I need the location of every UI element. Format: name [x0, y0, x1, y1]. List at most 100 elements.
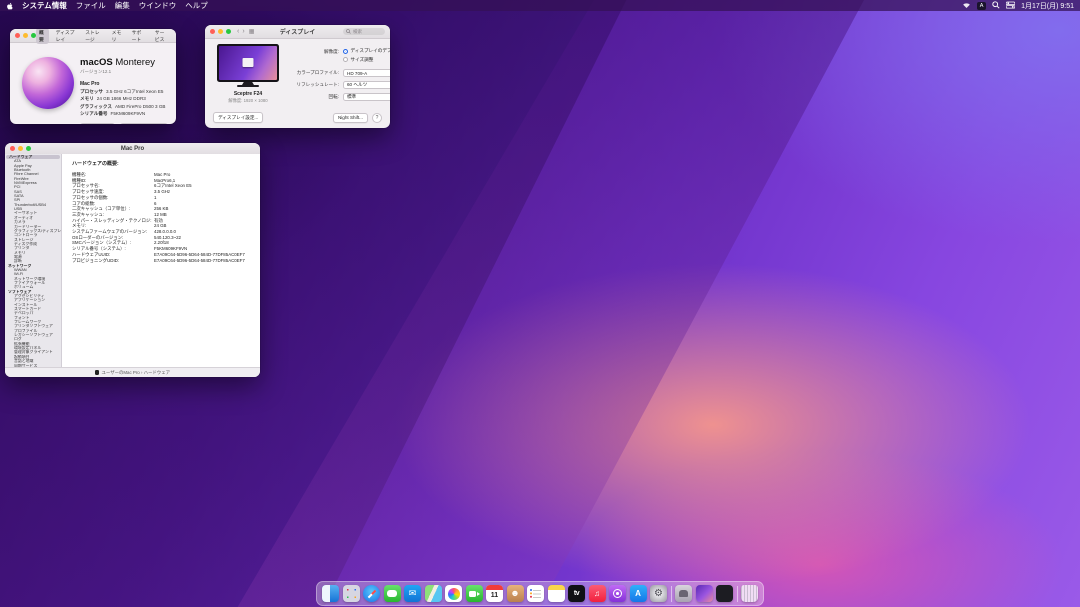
dock-item-min-window-2[interactable]	[696, 585, 713, 602]
menu-item[interactable]: ウインドウ	[139, 0, 177, 11]
minimize-button[interactable]	[23, 33, 28, 38]
dock-item-trash[interactable]	[741, 585, 758, 602]
dock-item-app-store[interactable]: A	[630, 585, 647, 602]
dock-item-system-preferences[interactable]: ⚙	[650, 585, 667, 602]
control-center-icon[interactable]	[1006, 1, 1015, 11]
dock-item-calendar[interactable]: 11	[486, 585, 503, 602]
dock-item-mail[interactable]: ✉	[404, 585, 421, 602]
dock-item-notes[interactable]	[548, 585, 565, 602]
menu-item[interactable]: ファイル	[76, 0, 106, 11]
dock-item-launchpad[interactable]	[343, 585, 360, 602]
mac-pro-icon	[95, 370, 99, 375]
about-titlebar[interactable]: 概要ディスプレイストレージメモリサポートサービス	[10, 29, 176, 43]
mac-model: Mac Pro	[80, 81, 168, 87]
wifi-icon[interactable]	[962, 1, 971, 11]
dock-item-safari[interactable]	[363, 585, 380, 602]
select-dropdown[interactable]: 標準	[343, 93, 390, 101]
spec-row: グラフィックス AMD FirePro D500 3 GB	[80, 104, 168, 110]
spotlight-icon[interactable]	[992, 1, 1000, 11]
back-button[interactable]: ‹	[237, 28, 239, 35]
menu-item[interactable]: ヘルプ	[185, 0, 208, 11]
close-button[interactable]	[210, 29, 215, 34]
menu-bar-status: A 1月17日(月) 9:51	[962, 1, 1074, 11]
about-tab[interactable]: 概要	[36, 29, 49, 44]
display-stand	[242, 82, 254, 85]
spec-label: メモリ	[80, 96, 94, 102]
close-button[interactable]	[10, 146, 15, 151]
zoom-button[interactable]	[226, 29, 231, 34]
menu-item[interactable]: 編集	[115, 0, 130, 11]
monterey-orb-image	[22, 57, 74, 109]
about-tab[interactable]: メモリ	[109, 29, 125, 44]
dock-item-glyph: ⚙	[654, 589, 663, 599]
select-row: リフレッシュレート: 60 ヘルツ	[287, 81, 390, 89]
close-button[interactable]	[15, 33, 20, 38]
dock-item-facetime[interactable]	[466, 585, 483, 602]
dock-item-reminders[interactable]	[527, 585, 544, 602]
dock-item-glyph: A	[635, 590, 641, 598]
spec-value: AMD FirePro D500 3 GB	[115, 104, 166, 110]
about-tab[interactable]: ディスプレイ	[53, 29, 79, 44]
dock-item-photos[interactable]	[445, 585, 462, 602]
input-source-icon[interactable]: A	[977, 2, 986, 10]
dock-item-finder[interactable]	[322, 585, 339, 602]
minimize-button[interactable]	[18, 146, 23, 151]
resolution-label: 解像度:	[287, 48, 343, 55]
dock-item-music[interactable]: ♫	[589, 585, 606, 602]
radio-label: ディスプレイのデフォルト	[351, 48, 391, 54]
search-field[interactable]: 検索	[343, 28, 385, 35]
window-title: Mac Pro	[5, 146, 260, 152]
displays-body: Sceptre F24 解像度: 1920 × 1080 解像度: ディスプレイ…	[205, 39, 390, 104]
radio-button[interactable]	[343, 49, 348, 54]
menu-item[interactable]: システム情報	[22, 0, 67, 11]
select-dropdown[interactable]: HD 709-A	[343, 69, 390, 77]
minimize-button[interactable]	[218, 29, 223, 34]
os-title: macOS Monterey	[80, 57, 168, 68]
select-value: 標準	[347, 94, 356, 100]
spec-label: プロセッサ	[80, 89, 103, 95]
app-menus: システム情報ファイル編集ウインドウヘルプ	[22, 0, 208, 11]
sysinfo-main: ハードウェアATAApple PayBluetoothFibre Channel…	[5, 154, 260, 368]
dock-item-contacts[interactable]: ☻	[507, 585, 524, 602]
select-dropdown[interactable]: 60 ヘルツ	[343, 81, 390, 89]
radio-button[interactable]	[343, 57, 348, 62]
dock-item-min-window-1[interactable]	[675, 585, 692, 602]
menu-bar-clock[interactable]: 1月17日(月) 9:51	[1021, 1, 1074, 11]
show-all-icon[interactable]: ▦	[249, 28, 255, 35]
displays-titlebar[interactable]: ‹ › ▦ ディスプレイ 検索	[205, 25, 390, 39]
about-text: macOS Monterey バージョン12.1 Mac Pro プロセッサ 3…	[80, 49, 168, 124]
dock-item-podcasts[interactable]	[609, 585, 626, 602]
spec-row: メモリ 24 GB 1866 MHz DDR3	[80, 96, 168, 102]
help-button[interactable]: ?	[372, 113, 382, 123]
about-tab[interactable]: サポート	[129, 29, 148, 44]
software-update-button[interactable]: ソフトウェア・アップデート...	[120, 123, 169, 124]
info-label: プロビジョニングUDID:	[72, 258, 154, 264]
spec-label: シリアル番号	[80, 111, 108, 117]
spec-value: 3.5 GHz 6コアIntel Xeon E5	[106, 89, 163, 95]
dock-item-tv[interactable]: tv	[568, 585, 585, 602]
dock-item-min-window-3[interactable]	[716, 585, 733, 602]
resolution-option[interactable]: ディスプレイのデフォルト	[343, 48, 390, 54]
night-shift-button[interactable]: Night Shift...	[333, 113, 368, 123]
os-version-name: Monterey	[115, 57, 155, 68]
display-thumbnail[interactable]	[217, 44, 279, 82]
forward-button[interactable]: ›	[242, 28, 244, 35]
info-value: E7A09C64-5D96-5D64-584D-77DF85AC0EF7	[154, 258, 245, 264]
dock-item-divider	[737, 586, 738, 602]
displays-controls: 解像度: ディスプレイのデフォルト サイズ調整 カラープロファイル: HD 70	[283, 44, 390, 104]
display-settings-button[interactable]: ディスプレイ設定...	[213, 112, 263, 123]
display-thumbnail-screen	[219, 46, 277, 80]
os-name: macOS	[80, 57, 113, 68]
spec-label: グラフィックス	[80, 104, 112, 110]
apple-menu-icon[interactable]	[6, 2, 14, 10]
system-report-button[interactable]: システムレポート...	[80, 123, 115, 124]
select-label: 回転:	[287, 93, 343, 100]
about-tab[interactable]: サービス	[152, 29, 171, 44]
displays-footer: ディスプレイ設定... Night Shift... ?	[213, 112, 382, 123]
sysinfo-sidebar[interactable]: ハードウェアATAApple PayBluetoothFibre Channel…	[5, 154, 62, 368]
zoom-button[interactable]	[26, 146, 31, 151]
resolution-option[interactable]: サイズ調整	[343, 57, 390, 63]
about-tab[interactable]: ストレージ	[82, 29, 104, 44]
dock-item-maps[interactable]	[425, 585, 442, 602]
dock-item-messages[interactable]	[384, 585, 401, 602]
